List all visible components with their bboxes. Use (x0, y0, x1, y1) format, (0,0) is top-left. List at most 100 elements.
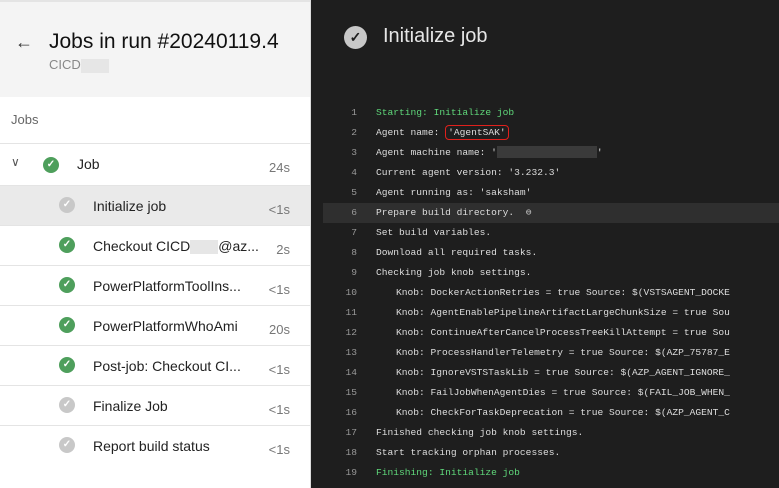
line-text: Current agent version: '3.232.3' (376, 167, 561, 178)
neutral-check-icon: ✓ (59, 197, 75, 213)
log-line: 18 Start tracking orphan processes. (323, 443, 779, 463)
success-check-icon: ✓ (43, 157, 59, 173)
step-name: Finalize Job (93, 398, 168, 414)
line-text: Knob: IgnoreVSTSTaskLib = true Source: $… (396, 367, 730, 378)
line-number: 16 (345, 407, 357, 418)
step-duration: 20s (269, 322, 290, 337)
line-text: Finishing: Initialize job (376, 467, 520, 478)
line-text: Prepare build directory. ⊖ (376, 207, 532, 218)
page-title: Jobs in run #20240119.4 (49, 30, 279, 53)
line-text: Knob: FailJobWhenAgentDies = true Source… (396, 387, 730, 398)
job-duration: 24s (269, 160, 290, 175)
neutral-check-icon: ✓ (59, 437, 75, 453)
log-line: 4 Current agent version: '3.232.3' (323, 163, 779, 183)
line-number: 17 (345, 427, 357, 438)
step-row[interactable]: ✓ Checkout CICD @az... 2s (0, 225, 310, 265)
arrow-left-icon[interactable]: ← (15, 32, 33, 53)
job-row[interactable]: ∨ ✓ Job 24s (0, 143, 310, 185)
log-line: 1 Starting: Initialize job (323, 103, 779, 123)
check-circle-icon: ✓ (344, 26, 367, 49)
line-text: Knob: ProcessHandlerTelemetry = true Sou… (396, 347, 730, 358)
step-row[interactable]: ✓ Post-job: Checkout CI... <1s (0, 345, 310, 385)
step-duration: <1s (268, 282, 290, 297)
log-line: 6 Prepare build directory. ⊖ (323, 203, 779, 223)
success-check-icon: ✓ (59, 317, 75, 333)
log-line: 15 Knob: FailJobWhenAgentDies = true Sour… (323, 383, 779, 403)
line-text: Checking job knob settings. (376, 267, 532, 278)
log-line: 9 Checking job knob settings. (323, 263, 779, 283)
log-line: 10 Knob: DockerActionRetries = true Sourc… (323, 283, 779, 303)
success-check-icon: ✓ (59, 237, 75, 253)
step-duration: <1s (268, 402, 290, 417)
step-row[interactable]: ✓ Report build status <1s (0, 425, 310, 465)
step-row[interactable]: ✓ PowerPlatformWhoAmi 20s (0, 305, 310, 345)
step-name: PowerPlatformWhoAmi (93, 318, 238, 334)
line-number: 2 (351, 127, 357, 138)
log-title: Initialize job (383, 25, 488, 47)
line-text: Set build variables. (376, 227, 492, 238)
line-number: 12 (345, 327, 357, 338)
line-text: Agent name: 'AgentSAK' (376, 123, 509, 143)
step-name: Initialize job (93, 198, 167, 214)
highlighted-agent-name: 'AgentSAK' (445, 125, 509, 140)
step-duration: <1s (268, 442, 290, 457)
line-number: 14 (345, 367, 357, 378)
step-name: PowerPlatformToolIns... (93, 278, 241, 294)
log-line: 17 Finished checking job knob settings. (323, 423, 779, 443)
line-text: Starting: Initialize job (376, 107, 515, 118)
line-number: 9 (351, 267, 357, 278)
line-number: 7 (351, 227, 357, 238)
success-check-icon: ✓ (59, 277, 75, 293)
line-number: 4 (351, 167, 357, 178)
step-duration: <1s (268, 362, 290, 377)
line-number: 15 (345, 387, 357, 398)
line-number: 19 (345, 467, 357, 478)
line-number: 18 (345, 447, 357, 458)
log-line: 16 Knob: CheckForTaskDeprecation = true S… (323, 403, 779, 423)
log-line: 11 Knob: AgentEnablePipelineArtifactLarge… (323, 303, 779, 323)
line-text: Download all required tasks. (376, 247, 538, 258)
step-duration: <1s (268, 202, 290, 217)
line-number: 3 (351, 147, 357, 158)
log-line: 8 Download all required tasks. (323, 243, 779, 263)
line-number: 13 (345, 347, 357, 358)
jobs-panel: ← Jobs in run #20240119.4 CICD Jobs ∨ ✓ … (0, 0, 311, 488)
line-text: Agent running as: 'saksham' (376, 187, 532, 198)
job-name: Job (77, 156, 100, 172)
log-line: 13 Knob: ProcessHandlerTelemetry = true S… (323, 343, 779, 363)
log-line: 5 Agent running as: 'saksham' (323, 183, 779, 203)
link-icon[interactable]: ⊖ (526, 207, 532, 218)
redacted-block (190, 240, 219, 255)
log-line: 7 Set build variables. (323, 223, 779, 243)
log-line: 3 Agent machine name: ' ' (323, 143, 779, 163)
line-number: 8 (351, 247, 357, 258)
line-number: 6 (351, 207, 357, 218)
line-text: Knob: ContinueAfterCancelProcessTreeKill… (396, 327, 730, 338)
step-row[interactable]: ✓ PowerPlatformToolIns... <1s (0, 265, 310, 305)
success-check-icon: ✓ (59, 357, 75, 373)
line-text: Knob: AgentEnablePipelineArtifactLargeCh… (396, 307, 730, 318)
log-panel: ✓ Initialize job 1 Starting: Initialize j… (311, 0, 779, 488)
step-row[interactable]: ✓ Finalize Job <1s (0, 385, 310, 425)
log-line: 14 Knob: IgnoreVSTSTaskLib = true Source:… (323, 363, 779, 383)
line-text: Finished checking job knob settings. (376, 427, 584, 438)
step-duration: 2s (276, 242, 290, 257)
line-number: 11 (345, 307, 357, 318)
step-name: Report build status (93, 438, 210, 454)
log-line: 2 Agent name: 'AgentSAK' (323, 123, 779, 143)
jobs-section-label: Jobs (11, 112, 39, 127)
log-line: 19 Finishing: Initialize job (323, 463, 779, 483)
step-name: Post-job: Checkout CI... (93, 358, 241, 374)
line-text: Knob: CheckForTaskDeprecation = true Sou… (396, 407, 730, 418)
run-header: ← Jobs in run #20240119.4 CICD (0, 0, 310, 97)
step-row[interactable]: ✓ Initialize job <1s (0, 185, 310, 225)
log-line: 12 Knob: ContinueAfterCancelProcessTreeKi… (323, 323, 779, 343)
redacted-block (496, 146, 597, 159)
line-text: Knob: DockerActionRetries = true Source:… (396, 287, 730, 298)
line-number: 5 (351, 187, 357, 198)
step-name: Checkout CICD @az... (93, 238, 259, 255)
pipeline-name: CICD (49, 57, 109, 73)
chevron-down-icon[interactable]: ∨ (11, 155, 20, 169)
neutral-check-icon: ✓ (59, 397, 75, 413)
line-number: 1 (351, 107, 357, 118)
